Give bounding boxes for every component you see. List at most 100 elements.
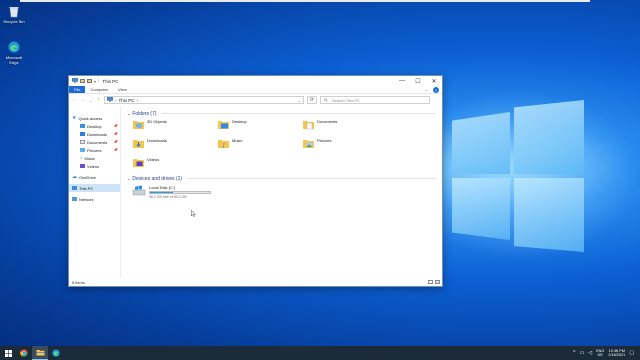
computer-icon (107, 97, 113, 103)
nav-label: Quick access (78, 115, 103, 121)
file-explorer-window[interactable]: ▾ | This PC — ☐ ✕ File Computer View ⌄ ?… (68, 75, 443, 287)
nav-downloads[interactable]: Downloads 📌 (69, 130, 120, 138)
search-icon (324, 97, 328, 103)
computer-icon (72, 186, 77, 190)
maximize-button[interactable]: ☐ (410, 76, 426, 86)
folders-grid: 3D Objects Desktop Documents Downloads ♪… (127, 118, 436, 170)
drive-local-disk-c[interactable]: Local Disk (C:) 36.2 GB free of 59.2 GB (127, 185, 436, 199)
taskbar-chrome[interactable] (16, 346, 32, 360)
search-input[interactable]: Search This PC (320, 96, 430, 104)
breadcrumb-separator: › (136, 97, 139, 103)
input-language-indicator[interactable]: ENG DE (596, 349, 604, 358)
chevron-down-icon: ⌄ (127, 111, 131, 116)
folder-3d-objects[interactable]: 3D Objects (132, 118, 217, 132)
chrome-icon (20, 349, 28, 357)
videos-folder-icon (133, 159, 144, 167)
folder-name: Videos (147, 157, 160, 162)
nav-onedrive[interactable]: ☁ OneDrive (69, 173, 120, 181)
hard-drive-icon (132, 185, 146, 196)
documents-folder-icon (80, 140, 85, 144)
close-button[interactable]: ✕ (426, 76, 442, 86)
refresh-button[interactable]: ⟳ (307, 96, 317, 104)
up-button[interactable]: ↑ (96, 97, 101, 103)
nav-this-pc[interactable]: This PC (69, 184, 120, 192)
windows-start-icon (4, 349, 12, 357)
search-placeholder: Search This PC (332, 97, 360, 103)
folder-name: Downloads (147, 138, 167, 143)
folder-downloads[interactable]: Downloads (132, 137, 217, 151)
details-view-icon[interactable] (428, 280, 433, 284)
help-button[interactable]: ? (433, 87, 439, 93)
drives-group-header[interactable]: ⌄ Devices and drives (1) (127, 174, 436, 183)
recycle-bin-icon (7, 4, 21, 18)
folder-desktop[interactable]: Desktop (217, 118, 302, 132)
address-bar[interactable]: › This PC › ⌄ (104, 96, 304, 104)
navigation-bar: ← → ⌄ ↑ › This PC › ⌄ ⟳ Search This PC (69, 94, 442, 106)
windows-logo-pane (452, 112, 510, 174)
back-button[interactable]: ← (72, 97, 77, 103)
folder-pictures[interactable]: Pictures (302, 137, 387, 151)
nav-documents[interactable]: Documents 📌 (69, 138, 120, 146)
pin-icon: 📌 (113, 132, 118, 136)
new-folder-icon[interactable] (87, 79, 92, 83)
nav-label: Pictures (87, 147, 102, 153)
network-icon (72, 197, 77, 201)
group-title: Devices and drives (1) (132, 175, 183, 182)
nav-label: Documents (87, 139, 108, 145)
breadcrumb-this-pc[interactable]: This PC (119, 98, 135, 103)
star-icon: ★ (72, 115, 77, 121)
title-separator: | (98, 78, 100, 84)
folder-videos[interactable]: Videos (132, 156, 217, 170)
nav-network[interactable]: Network (69, 195, 120, 203)
minimize-button[interactable]: — (394, 76, 410, 86)
nav-desktop[interactable]: Desktop 📌 (69, 122, 120, 130)
desktop-folder-icon (80, 124, 85, 128)
nav-pictures[interactable]: Pictures 📌 (69, 146, 120, 154)
windows-logo-pane (514, 100, 584, 174)
desktop-folder-icon (218, 121, 229, 129)
tab-file[interactable]: File (69, 86, 86, 93)
folders-group-header[interactable]: ⌄ Folders (7) (127, 109, 436, 118)
clock[interactable]: 12:46 PM 2/16/2021 (608, 349, 625, 358)
start-button[interactable] (0, 346, 16, 360)
folder-music[interactable]: ♪ Music (217, 137, 302, 151)
customize-toolbar-icon[interactable]: ▾ (94, 79, 96, 84)
forward-button[interactable]: → (80, 97, 85, 103)
volume-icon[interactable]: ◁ (588, 350, 592, 356)
content-pane: ⌄ Folders (7) 3D Objects Desktop Documen… (121, 106, 442, 278)
music-folder-icon: ♪ (218, 140, 229, 150)
folder-documents[interactable]: Documents (302, 118, 387, 132)
properties-icon[interactable] (80, 79, 85, 83)
file-explorer-icon (36, 350, 44, 356)
recent-locations-button[interactable]: ⌄ (88, 98, 93, 103)
taskbar-file-explorer[interactable] (32, 346, 48, 360)
desktop-icon-edge[interactable]: Microsoft Edge (1, 40, 27, 65)
music-folder-icon: ♪ (80, 155, 83, 161)
svg-text:♪: ♪ (222, 143, 226, 150)
downloads-folder-icon (133, 140, 144, 148)
videos-folder-icon (80, 164, 85, 168)
taskbar-edge[interactable] (48, 346, 64, 360)
tab-computer[interactable]: Computer (85, 86, 113, 93)
tab-view[interactable]: View (113, 86, 132, 93)
nav-quick-access[interactable]: ★ Quick access (69, 114, 120, 122)
window-top-edge (20, 0, 590, 2)
large-icons-view-icon[interactable] (435, 280, 440, 284)
window-title: This PC (102, 78, 119, 84)
notification-icon[interactable]: ▢ (629, 350, 634, 356)
expand-ribbon-icon[interactable]: ⌄ (425, 87, 428, 92)
network-icon[interactable]: ▭ (580, 350, 585, 356)
address-dropdown-icon[interactable]: ⌄ (298, 98, 301, 103)
desktop-icon-recycle-bin[interactable]: Recycle Bin (1, 4, 27, 24)
nav-label: Network (79, 196, 94, 202)
computer-icon (72, 78, 78, 84)
desktop-icon-label: Recycle Bin (3, 19, 25, 24)
nav-label: This PC (79, 185, 94, 191)
title-bar[interactable]: ▾ | This PC — ☐ ✕ (69, 76, 442, 86)
show-hidden-icons-button[interactable]: ^ (573, 350, 575, 356)
nav-videos[interactable]: Videos (69, 162, 120, 170)
mouse-cursor-icon (191, 210, 196, 217)
folder-name: Desktop (232, 119, 247, 124)
pin-icon: 📌 (113, 124, 118, 128)
nav-music[interactable]: ♪ Music (69, 154, 120, 162)
